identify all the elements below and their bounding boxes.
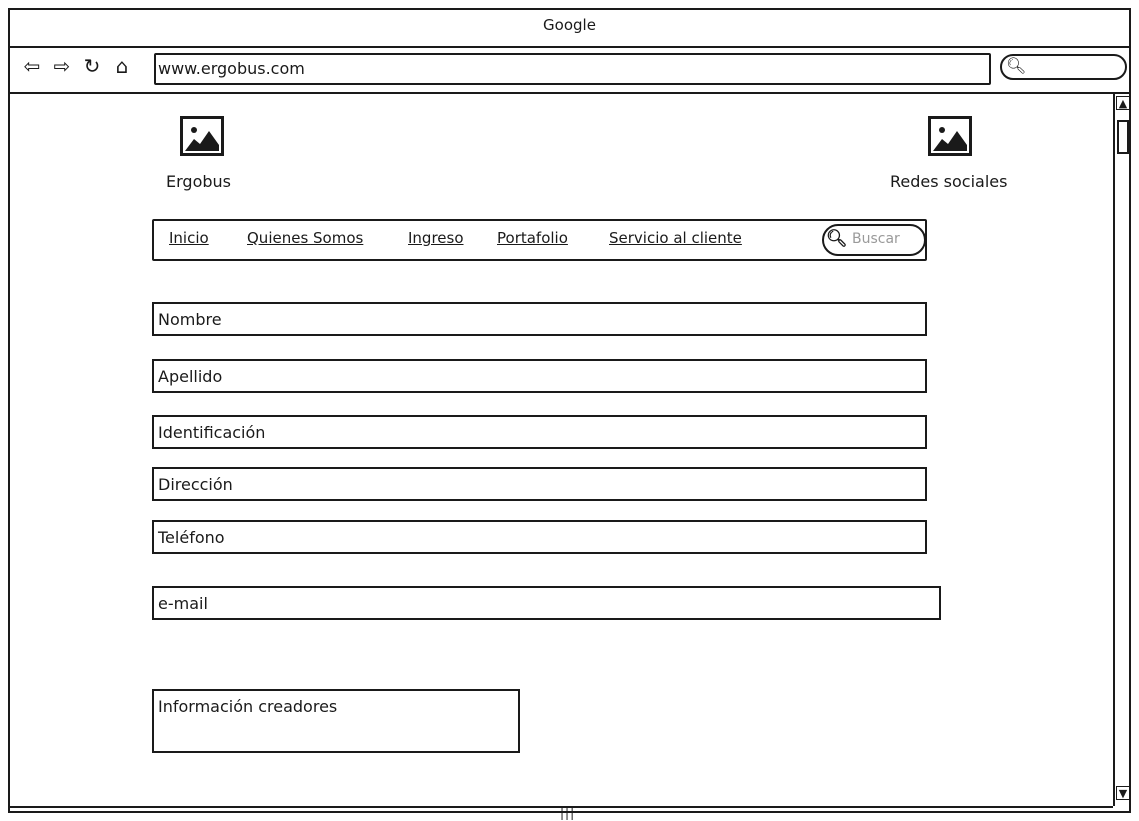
scroll-down-arrow-icon[interactable]: ▼ <box>1116 786 1130 800</box>
scroll-up-arrow-icon[interactable]: ▲ <box>1116 96 1130 110</box>
resize-grip-icon[interactable]: ||| <box>560 807 575 819</box>
logo-image-icon <box>180 116 224 156</box>
social-label: Redes sociales <box>890 172 1008 191</box>
vertical-scrollbar[interactable] <box>1113 94 1131 806</box>
apellido-field[interactable] <box>152 359 927 393</box>
direccion-field[interactable] <box>152 467 927 501</box>
nombre-label: Nombre <box>158 310 222 329</box>
email-label: e-mail <box>158 594 208 613</box>
forward-arrow-icon[interactable]: ⇨ <box>50 52 74 80</box>
direccion-label: Dirección <box>158 475 233 494</box>
reload-icon[interactable]: ↻ <box>80 52 104 80</box>
titlebar-divider <box>8 46 1131 48</box>
search-icon: 🔍︎ <box>1006 56 1027 75</box>
menu-item-ingreso[interactable]: Ingreso <box>408 229 464 247</box>
window-title: Google <box>543 16 596 34</box>
identificacion-field[interactable] <box>152 415 927 449</box>
email-field[interactable] <box>152 586 941 620</box>
menu-item-quienes-somos[interactable]: Quienes Somos <box>247 229 363 247</box>
address-bar-text: www.ergobus.com <box>158 59 305 78</box>
telefono-field[interactable] <box>152 520 927 554</box>
search-placeholder: Buscar <box>852 231 900 247</box>
identificacion-label: Identificación <box>158 423 266 442</box>
menu-item-inicio[interactable]: Inicio <box>169 229 209 247</box>
menu-item-servicio-cliente[interactable]: Servicio al cliente <box>609 229 742 247</box>
menu-item-portafolio[interactable]: Portafolio <box>497 229 568 247</box>
search-icon: 🔍︎ <box>826 229 848 249</box>
social-image-icon <box>928 116 972 156</box>
logo-label: Ergobus <box>166 172 231 191</box>
home-icon[interactable]: ⌂ <box>110 52 134 80</box>
nav-toolbar: ⇦ ⇨ ↻ ⌂ <box>20 52 134 80</box>
info-creadores-label: Información creadores <box>158 697 338 716</box>
back-arrow-icon[interactable]: ⇦ <box>20 52 44 80</box>
apellido-label: Apellido <box>158 367 223 386</box>
telefono-label: Teléfono <box>158 528 225 547</box>
scroll-thumb[interactable] <box>1117 120 1129 154</box>
nombre-field[interactable] <box>152 302 927 336</box>
